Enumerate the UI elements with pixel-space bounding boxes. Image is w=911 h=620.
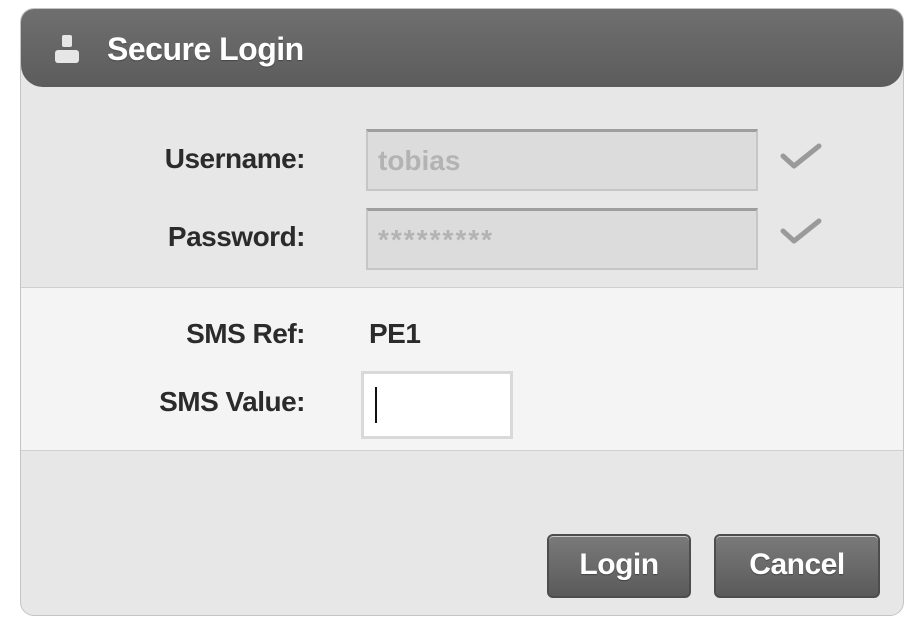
dialog-titlebar: Secure Login xyxy=(21,9,903,87)
text-caret xyxy=(375,387,377,423)
dialog-title: Secure Login xyxy=(107,31,304,67)
login-button[interactable]: Login xyxy=(547,534,691,598)
sms-ref-label: SMS Ref: xyxy=(186,318,305,349)
checkmark-icon xyxy=(779,142,823,172)
password-label: Password: xyxy=(167,221,306,252)
secure-login-dialog: Secure Login Username: Password: SMS Ref… xyxy=(20,8,904,616)
user-icon xyxy=(53,33,81,65)
sms-value-field[interactable] xyxy=(361,371,513,439)
cancel-button[interactable]: Cancel xyxy=(714,534,880,598)
username-field[interactable] xyxy=(366,129,758,191)
sms-ref-value: PE1 xyxy=(369,318,421,349)
checkmark-icon xyxy=(779,217,823,247)
password-field[interactable] xyxy=(366,208,758,270)
sms-value-label: SMS Value: xyxy=(159,386,305,417)
username-label: Username: xyxy=(164,143,306,174)
